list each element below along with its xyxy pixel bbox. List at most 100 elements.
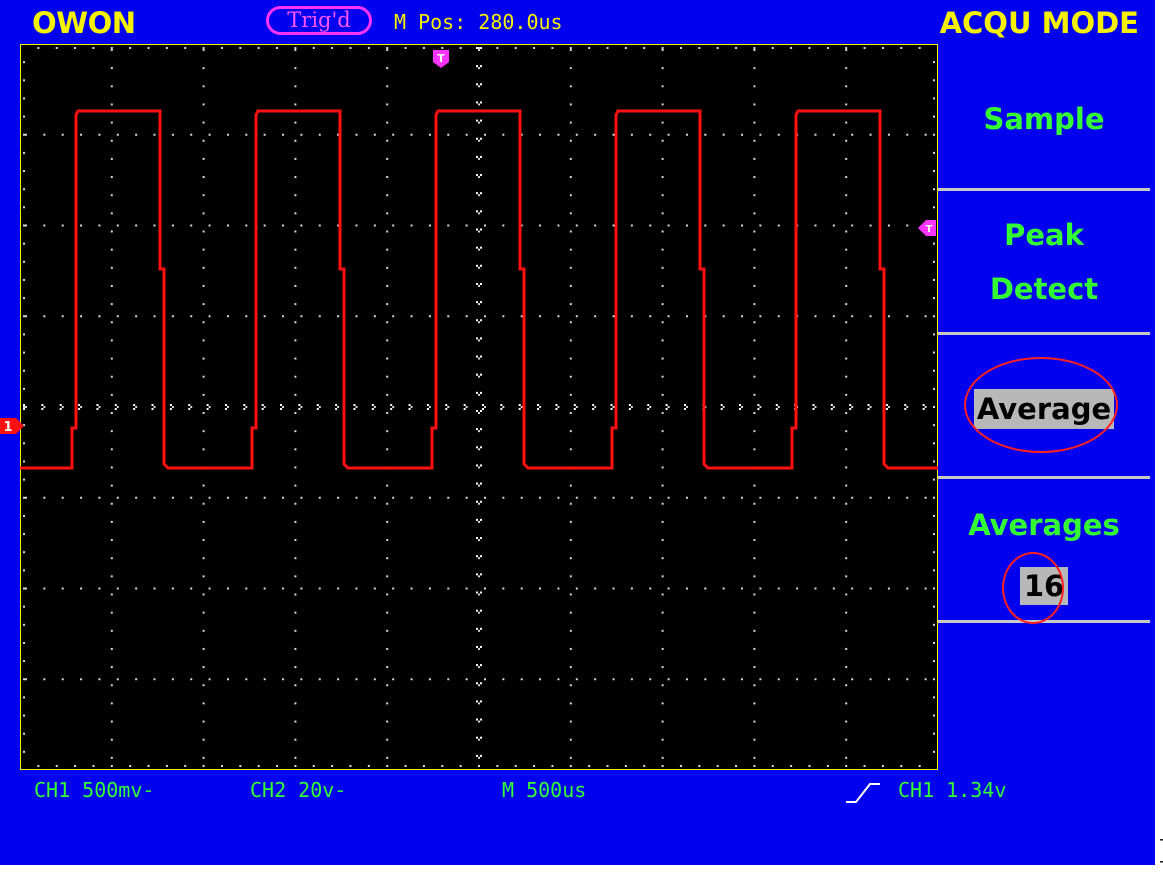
grid-dot	[933, 79, 935, 82]
grid-dot	[753, 393, 756, 396]
grid-dot	[832, 224, 835, 227]
grid-dot	[661, 765, 664, 767]
grid-dot	[814, 133, 817, 136]
menu-item-sample[interactable]: Sample	[938, 92, 1150, 146]
grid-dot	[110, 448, 113, 451]
grid-dot	[353, 408, 356, 410]
menu-item-peak-detect[interactable]: Peak Detect	[938, 208, 1150, 316]
grid-dot	[190, 496, 193, 499]
grid-dot	[753, 629, 756, 632]
grid-dot	[575, 133, 578, 136]
grid-dot	[759, 133, 762, 136]
grid-dot	[478, 666, 480, 669]
grid-dot	[812, 404, 815, 406]
grid-dot	[575, 496, 578, 499]
grid-dot	[661, 720, 664, 723]
menu-item-averages[interactable]: Averages	[938, 498, 1150, 552]
grid-dot	[496, 765, 499, 767]
grid-dot	[226, 224, 229, 227]
grid-dot	[480, 174, 482, 177]
grid-dot	[753, 303, 756, 306]
grid-dot	[476, 192, 478, 195]
grid-dot	[55, 47, 58, 49]
grid-dot	[202, 266, 205, 269]
grid-dot	[569, 139, 572, 142]
grid-dot	[845, 765, 848, 767]
grid-dot	[480, 428, 482, 431]
grid-dot	[628, 404, 631, 406]
grid-dot	[480, 700, 482, 703]
grid-dot	[661, 756, 664, 759]
grid-dot	[551, 47, 554, 49]
grid-dot	[480, 264, 482, 267]
grid-dot	[25, 587, 27, 590]
grid-dot	[202, 284, 205, 287]
grid-dot	[243, 404, 246, 406]
grid-dot	[753, 575, 756, 578]
grid-dot	[845, 176, 848, 179]
grid-dot	[814, 496, 817, 499]
grid-dot	[294, 157, 297, 160]
grid-dot	[373, 678, 376, 681]
grid-dot	[661, 557, 664, 560]
grid-dot	[294, 557, 297, 560]
grid-dot	[202, 539, 205, 542]
trigger-level-readout: CH1 1.34v	[898, 778, 1007, 802]
channel1-ground-marker[interactable]: 1	[0, 416, 30, 436]
grid-dot	[933, 605, 935, 608]
grid-dot	[569, 303, 572, 306]
grid-dot	[478, 702, 480, 705]
grid-dot	[569, 103, 572, 106]
grid-dot	[110, 575, 113, 578]
grid-dot	[933, 442, 935, 445]
svg-text:T: T	[926, 224, 933, 235]
grid-dot	[282, 133, 285, 136]
grid-dot	[933, 696, 935, 699]
grid-dot	[147, 47, 150, 49]
grid-dot	[753, 448, 756, 451]
grid-dot	[294, 448, 297, 451]
grid-dot	[355, 587, 358, 590]
grid-dot	[294, 248, 297, 251]
grid-dot	[110, 629, 113, 632]
grid-dot	[23, 496, 25, 499]
grid-dot	[569, 593, 572, 596]
grid-dot	[373, 587, 376, 590]
grid-dot	[476, 736, 478, 739]
grid-dot	[23, 732, 25, 735]
grid-dot	[704, 133, 707, 136]
grid-dot	[845, 230, 848, 233]
grid-dot	[845, 666, 848, 669]
grid-dot	[294, 466, 297, 469]
grid-dot	[906, 678, 909, 681]
grid-dot	[294, 339, 297, 342]
grid-dot	[814, 587, 817, 590]
grid-dot	[480, 736, 482, 739]
grid-dot	[294, 430, 297, 433]
grid-dot	[933, 61, 935, 64]
grid-dot	[23, 206, 25, 209]
grid-dot	[594, 406, 597, 408]
grid-dot	[318, 224, 321, 227]
grid-dot	[188, 408, 191, 410]
grid-dot	[349, 47, 352, 49]
grid-dot	[514, 47, 517, 49]
grid-dot	[735, 47, 738, 49]
grid-dot	[569, 375, 572, 378]
grid-dot	[830, 408, 833, 410]
grid-dot	[832, 678, 835, 681]
grid-dot	[422, 47, 425, 49]
grid-dot	[716, 765, 719, 767]
grid-dot	[263, 406, 266, 408]
grid-dot	[753, 321, 756, 324]
grid-dot	[476, 101, 478, 104]
grid-dot	[410, 133, 413, 136]
grid-dot	[294, 375, 297, 378]
grid-dot	[171, 315, 174, 318]
grid-dot	[478, 738, 480, 741]
grid-dot	[110, 738, 113, 741]
grid-dot	[447, 406, 450, 408]
grid-dot	[133, 408, 136, 410]
grid-dot	[202, 611, 205, 614]
grid-dot	[569, 194, 572, 197]
